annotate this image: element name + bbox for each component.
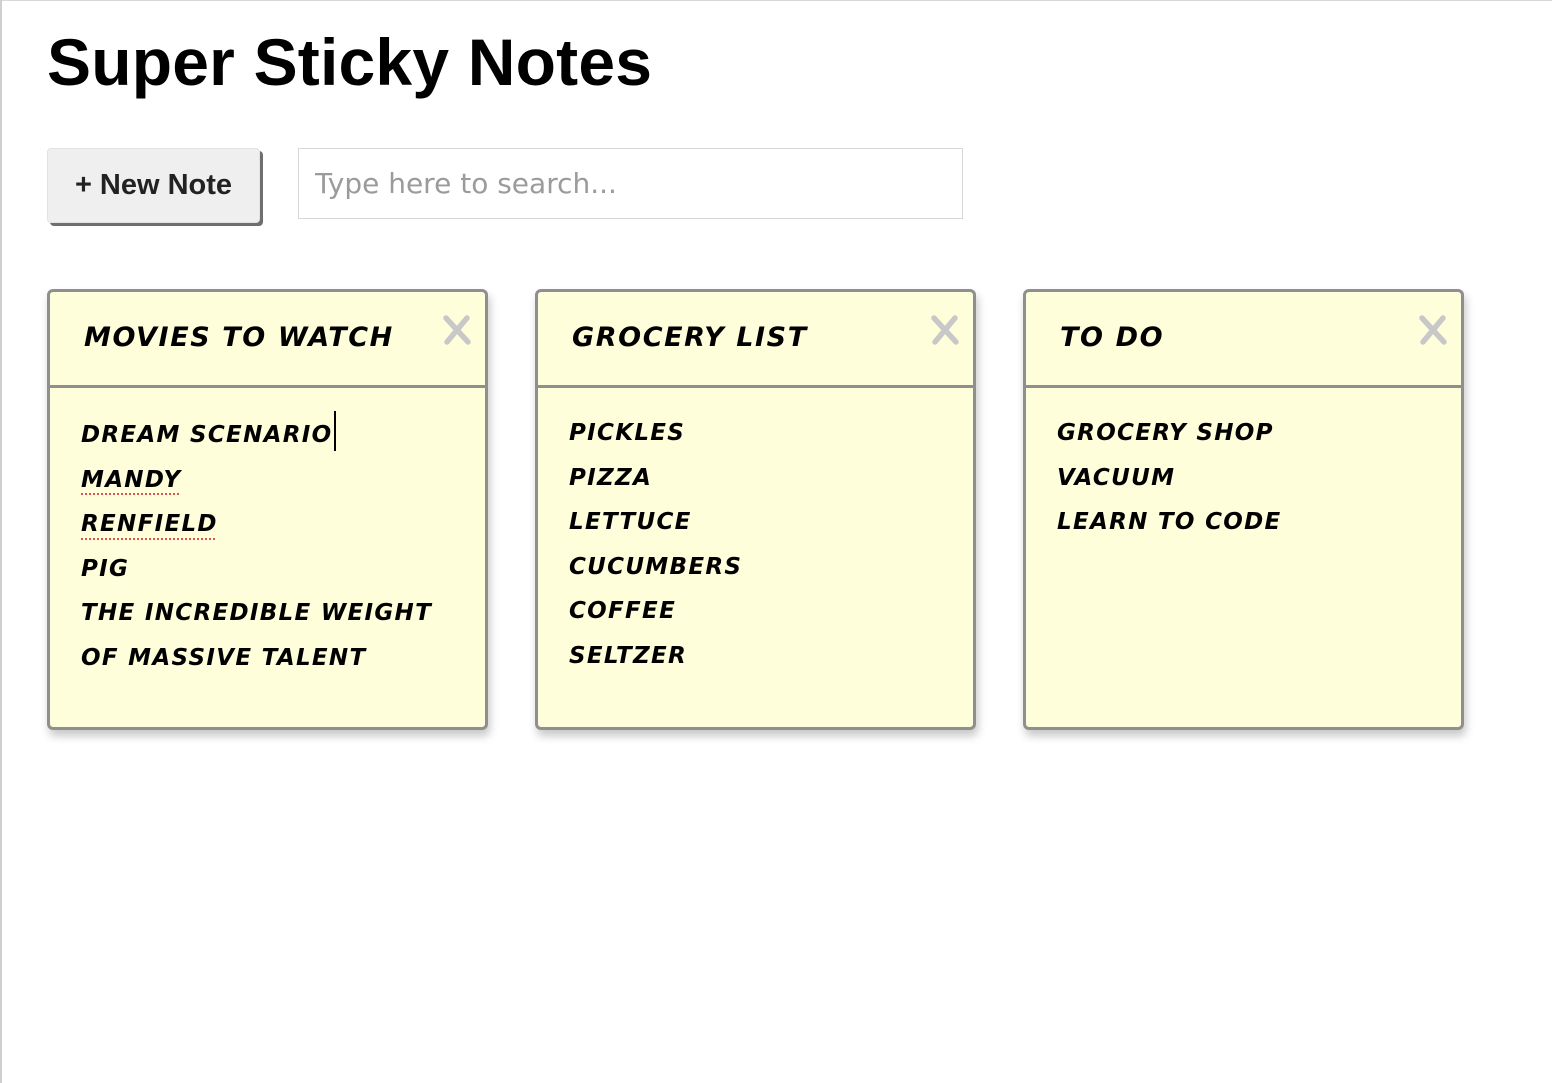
note-line: Pig [81, 555, 130, 582]
text-caret [334, 411, 337, 451]
note-card-grocery[interactable]: Grocery list Pickles Pizza Lettuce Cucum… [535, 289, 976, 730]
window-top-edge [0, 0, 1552, 1]
note-title[interactable]: Movies to watch [84, 322, 394, 353]
search-input[interactable] [298, 148, 963, 219]
note-line: Grocery shop [1057, 420, 1274, 446]
note-body[interactable]: Pickles Pizza Lettuce Cucumbers Coffee S… [538, 388, 973, 728]
note-line: Seltzer [569, 642, 688, 669]
note-line: Renfield [81, 502, 475, 547]
note-title[interactable]: To do [1060, 322, 1164, 353]
note-header: Grocery list [538, 292, 973, 388]
note-line: The Incredible Weight [81, 600, 433, 626]
new-note-button[interactable]: + New Note [47, 148, 260, 223]
page-title: Super Sticky Notes [47, 25, 653, 99]
note-card-movies[interactable]: Movies to watch Dream scenario Mandy Ren… [47, 289, 488, 730]
note-title[interactable]: Grocery list [572, 322, 808, 353]
note-header: To do [1026, 292, 1461, 388]
note-line: Mandy [81, 458, 475, 503]
note-line: Cucumbers [569, 553, 743, 580]
close-x-icon[interactable] [925, 310, 965, 350]
note-line: Coffee [569, 598, 677, 624]
note-body[interactable]: Dream scenario Mandy Renfield Pig The In… [50, 388, 485, 728]
note-line: of Massive Talent [81, 644, 367, 671]
note-line: Learn to code [1057, 509, 1282, 535]
window-left-edge [0, 0, 2, 1083]
note-header: Movies to watch [50, 292, 485, 388]
close-x-icon[interactable] [437, 310, 477, 350]
note-line: Pickles [569, 420, 686, 446]
note-card-todo[interactable]: To do Grocery shop Vacuum Learn to code [1023, 289, 1464, 730]
close-x-icon[interactable] [1413, 310, 1453, 350]
spellcheck-word: Renfield [81, 511, 218, 537]
note-line: Vacuum [1057, 464, 1176, 491]
spellcheck-word: Mandy [81, 466, 182, 493]
note-line: Pizza [569, 464, 653, 491]
note-body[interactable]: Grocery shop Vacuum Learn to code [1026, 388, 1461, 728]
note-line: Dream scenario [81, 411, 475, 458]
note-line: Lettuce [569, 509, 692, 535]
